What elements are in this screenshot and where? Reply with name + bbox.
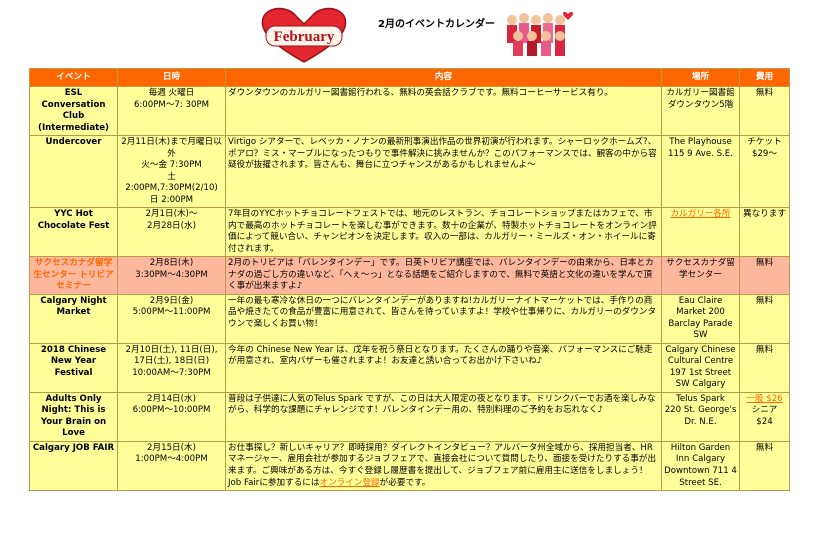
fee-cell: 無料 — [739, 440, 790, 492]
place-text: Telus Spark 220 St. George's Dr. N.E. — [664, 393, 737, 427]
online-registration-link[interactable]: オンライン登録 — [319, 478, 379, 488]
fee-cell: 無料 — [739, 85, 790, 137]
place-text: The Playhouse 115 9 Ave. S.E. — [668, 137, 733, 159]
description-text: 2月のトリビアは「バレンタインデー」です。日英トリビア講座では、バレンタインデー… — [228, 258, 654, 292]
place-text: サクセスカナダ留学センター — [666, 258, 735, 280]
fee-text: 無料 — [755, 442, 774, 453]
event-name-cell: YYC Hot Chocolate Fest — [29, 207, 118, 258]
place-text: Calgary Chinese Cultural Centre 197 1st S… — [665, 344, 736, 390]
fee-text: 無料 — [755, 344, 774, 355]
description-text: Virtigo シアターで、レベッカ・ノナンの最新刑事演出作品の世界初演が行われ… — [228, 137, 657, 171]
datetime-cell: 毎週 火曜日 6:00PM〜7: 30PM — [117, 85, 226, 137]
datetime-cell: 2月15日(木) 1:00PM〜4:00PM — [117, 440, 226, 492]
table-row: サクセスカナダ留学生センター トリビアセミナー 2月8日(木) 3:30PM〜4:3… — [29, 256, 790, 295]
datetime-cell: 2月11日(木)まで月曜日以外 火〜金 7:30PM 土 2:00PM,7:30PM(… — [117, 135, 226, 209]
page-header: February 2月のイベントカレンダー — [0, 0, 818, 68]
fee-cell: 無料 — [739, 256, 790, 295]
fee-cell: 無料 — [739, 293, 790, 344]
fee-cell: 一般 $26 シニア $24 — [739, 391, 790, 442]
description-suffix: が必要です。 — [379, 477, 431, 488]
description-text: ダウンタウンのカルガリー図書館行われる、無料の英会話クラブです。無料コーヒーサー… — [228, 88, 613, 98]
event-name-cell: サクセスカナダ留学生センター トリビアセミナー — [29, 256, 118, 295]
page-title: 2月のイベントカレンダー — [378, 19, 495, 30]
description-text: 今年の Chinese New Year は、戊年を祝う祭日となります。たくさん… — [228, 344, 653, 367]
fee-text: 無料 — [755, 295, 774, 306]
place-cell: The Playhouse 115 9 Ave. S.E. — [661, 135, 740, 209]
table-row: Undercover 2月11日(木)まで月曜日以外 火〜金 7:30PM 土 2:00… — [29, 135, 790, 209]
column-header-place: 場所 — [661, 68, 740, 87]
column-header-description: 内容 — [225, 68, 662, 87]
description-cell: 7年目のYYCホットチョコレートフェストでは、地元のレストラン、チョコレートショ… — [225, 207, 662, 258]
description-cell: Virtigo シアターで、レベッカ・ノナンの最新刑事演出作品の世界初演が行われ… — [225, 135, 662, 209]
datetime-cell: 2月1日(木)〜 2月28日(水) — [117, 207, 226, 258]
datetime-cell: 2月9日(金) 5:00PM〜11:00PM — [117, 293, 226, 344]
fee-cell: 異なります — [739, 207, 790, 258]
table-row: Calgary JOB FAIR 2月15日(木) 1:00PM〜4:00PM お仕事… — [29, 440, 790, 492]
description-cell: 一年の最も寒冷な休日の一つにバレンタインデーがありますね!カルガリーナイトマーケ… — [225, 293, 662, 344]
fee-text: シニア $24 — [751, 405, 778, 427]
february-heart-logo: February — [261, 7, 347, 63]
datetime-cell: 2月8日(木) 3:30PM〜4:30PM — [117, 256, 226, 295]
place-cell: サクセスカナダ留学センター — [661, 256, 740, 295]
place-cell: Hilton Garden Inn Calgary Downtown 711 4… — [661, 440, 740, 492]
logo-text: February — [274, 29, 335, 45]
description-cell: 2月のトリビアは「バレンタインデー」です。日英トリビア講座では、バレンタインデー… — [225, 256, 662, 295]
place-cell[interactable]: カルガリー各所 — [661, 207, 740, 258]
fee-text: 無料 — [755, 88, 774, 98]
event-name-cell: ESL Conversation Club (Intermediate) — [29, 85, 118, 137]
fee-general-link[interactable]: 一般 $26 — [742, 394, 787, 406]
column-header-event: イベント — [29, 68, 118, 87]
event-name-cell: Undercover — [29, 135, 118, 209]
description-text: お仕事探し？新しいキャリア？即時採用？ダイレクトインタビュー？アルバータ州全域か… — [228, 442, 657, 488]
place-text: Eau Claire Market 200 Barclay Parade SW — [668, 295, 733, 341]
table-row: ESL Conversation Club (Intermediate) 毎週 火… — [29, 85, 790, 137]
description-cell: 普段は子供達に人気のTelus Spark ですが、この日は大人限定の夜となりま… — [225, 391, 662, 442]
fee-cell: チケット $29〜 — [739, 135, 790, 209]
table-row: YYC Hot Chocolate Fest 2月1日(木)〜 2月28日(水) 7年… — [29, 207, 790, 258]
place-text: Hilton Garden Inn Calgary Downtown 711 4… — [664, 442, 737, 488]
event-name-cell: Adults Only Night: This is Your Brain on… — [29, 391, 118, 442]
fee-cell: 無料 — [739, 342, 790, 393]
valentine-kids-icon — [507, 11, 574, 56]
table-row: Calgary Night Market 2月9日(金) 5:00PM〜11:00P… — [29, 293, 790, 344]
datetime-cell: 2月10日(土), 11日(日), 17日(土), 18日(日) 10:00AM〜7… — [117, 342, 226, 393]
event-name-cell: Calgary Night Market — [29, 293, 118, 344]
place-cell: カルガリー図書館ダウンタウン5階 — [661, 85, 740, 137]
description-text: 普段は子供達に人気のTelus Spark ですが、この日は大人限定の夜となりま… — [228, 393, 656, 416]
table-row: Adults Only Night: This is Your Brain on… — [29, 391, 790, 442]
table-body: ESL Conversation Club (Intermediate) 毎週 火… — [29, 85, 790, 492]
fee-text: チケット $29〜 — [747, 137, 782, 159]
description-cell: ダウンタウンのカルガリー図書館行われる、無料の英会話クラブです。無料コーヒーサー… — [225, 85, 662, 137]
place-cell: Telus Spark 220 St. George's Dr. N.E. — [661, 391, 740, 442]
table-row: 2018 Chinese New Year Festival 2月10日(土), … — [29, 342, 790, 393]
column-header-fee: 費用 — [739, 68, 790, 87]
event-name-cell: Calgary JOB FAIR — [29, 440, 118, 492]
description-text: 一年の最も寒冷な休日の一つにバレンタインデーがありますね!カルガリーナイトマーケ… — [228, 295, 657, 329]
column-header-datetime: 日時 — [117, 68, 226, 87]
description-cell: お仕事探し？新しいキャリア？即時採用？ダイレクトインタビュー？アルバータ州全域か… — [225, 440, 662, 492]
event-name-cell: 2018 Chinese New Year Festival — [29, 342, 118, 393]
place-cell: Eau Claire Market 200 Barclay Parade SW — [661, 293, 740, 344]
event-calendar-table: イベント 日時 内容 場所 費用 ESL Conversation Club (… — [29, 68, 790, 492]
table-header-row: イベント 日時 内容 場所 費用 — [29, 68, 790, 87]
description-text: 7年目のYYCホットチョコレートフェストでは、地元のレストラン、チョコレートショ… — [228, 209, 657, 254]
datetime-cell: 2月14日(水) 6:00PM〜10:00PM — [117, 391, 226, 442]
place-text: カルガリー図書館ダウンタウン5階 — [666, 88, 735, 110]
place-cell: Calgary Chinese Cultural Centre 197 1st S… — [661, 342, 740, 393]
fee-text: 異なります — [743, 209, 786, 220]
place-link[interactable]: カルガリー各所 — [671, 209, 731, 219]
description-cell: 今年の Chinese New Year は、戊年を祝う祭日となります。たくさん… — [225, 342, 662, 393]
fee-text: 無料 — [755, 258, 774, 269]
